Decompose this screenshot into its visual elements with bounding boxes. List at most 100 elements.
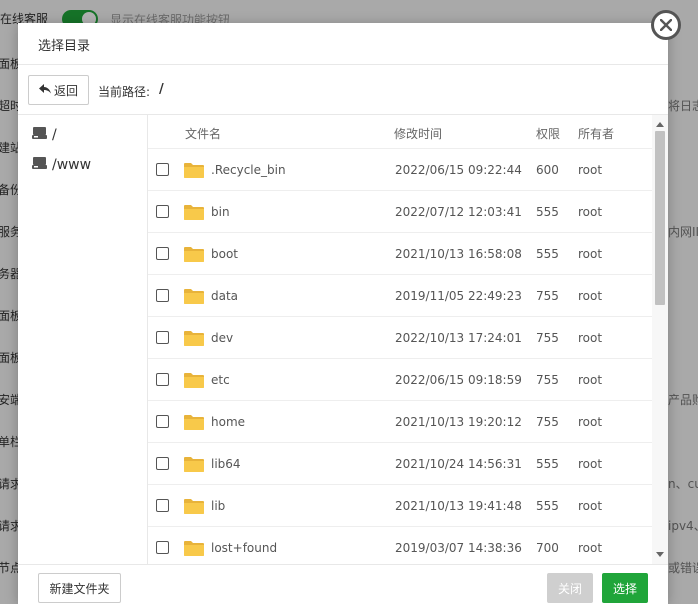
file-row[interactable]: lost+found 2019/03/07 14:38:36 700 root: [148, 527, 652, 564]
select-directory-dialog: 选择目录 返回 当前路径: / / /www 文件名 修改时间 权限 所有者 .…: [18, 23, 668, 604]
sidebar-item-label: /: [52, 127, 57, 143]
file-row[interactable]: etc 2022/06/15 09:18:59 755 root: [148, 359, 652, 401]
file-mtime: 2021/10/24 14:56:31: [395, 457, 522, 471]
file-mtime: 2019/03/07 14:38:36: [395, 541, 522, 555]
file-row[interactable]: lib64 2021/10/24 14:56:31 555 root: [148, 443, 652, 485]
dialog-title: 选择目录: [38, 39, 91, 54]
file-owner: root: [578, 331, 603, 345]
row-checkbox[interactable]: [156, 499, 169, 512]
folder-icon: [184, 372, 204, 391]
scrollbar-thumb[interactable]: [655, 131, 665, 305]
row-checkbox[interactable]: [156, 331, 169, 344]
folder-icon: [184, 162, 204, 181]
file-mtime: 2022/06/15 09:18:59: [395, 373, 522, 387]
arrow-back-icon: [38, 83, 51, 97]
row-checkbox[interactable]: [156, 247, 169, 260]
column-owner[interactable]: 所有者: [578, 125, 614, 142]
column-perm[interactable]: 权限: [536, 125, 560, 142]
file-mtime: 2019/11/05 22:49:23: [395, 289, 522, 303]
file-name[interactable]: etc: [211, 373, 230, 387]
file-mtime: 2021/10/13 16:58:08: [395, 247, 522, 261]
back-button[interactable]: 返回: [28, 75, 89, 105]
file-name[interactable]: bin: [211, 205, 230, 219]
file-name[interactable]: lost+found: [211, 541, 277, 555]
file-row[interactable]: boot 2021/10/13 16:58:08 555 root: [148, 233, 652, 275]
file-mtime: 2022/06/15 09:22:44: [395, 163, 522, 177]
hard-drive-icon: [32, 156, 47, 174]
file-name[interactable]: lib64: [211, 457, 241, 471]
scroll-down-icon[interactable]: [656, 552, 664, 557]
file-perm: 600: [536, 163, 559, 177]
back-button-label: 返回: [53, 83, 78, 98]
file-name[interactable]: boot: [211, 247, 238, 261]
path-toolbar: 返回 当前路径: /: [18, 65, 668, 115]
dialog-header: 选择目录: [18, 23, 668, 65]
file-owner: root: [578, 415, 603, 429]
file-mtime: 2022/07/12 12:03:41: [395, 205, 522, 219]
column-mtime[interactable]: 修改时间: [394, 125, 442, 142]
close-icon: [660, 19, 672, 31]
current-path-label: 当前路径:: [98, 85, 151, 99]
file-perm: 700: [536, 541, 559, 555]
row-checkbox[interactable]: [156, 205, 169, 218]
file-owner: root: [578, 457, 603, 471]
hard-drive-icon: [32, 126, 47, 144]
row-checkbox[interactable]: [156, 457, 169, 470]
folder-icon: [184, 540, 204, 559]
sidebar-item-label: /www: [52, 157, 92, 173]
file-list-header: 文件名 修改时间 权限 所有者: [148, 115, 652, 149]
row-checkbox[interactable]: [156, 541, 169, 554]
file-perm: 555: [536, 499, 559, 513]
sidebar-item-www[interactable]: /www: [32, 154, 91, 176]
scroll-up-icon[interactable]: [656, 122, 664, 127]
file-row[interactable]: .Recycle_bin 2022/06/15 09:22:44 600 roo…: [148, 149, 652, 191]
file-owner: root: [578, 499, 603, 513]
dialog-footer: 新建文件夹 关闭 选择: [18, 564, 668, 604]
file-owner: root: [578, 373, 603, 387]
file-row[interactable]: home 2021/10/13 19:20:12 755 root: [148, 401, 652, 443]
folder-icon: [184, 456, 204, 475]
row-checkbox[interactable]: [156, 289, 169, 302]
file-mtime: 2021/10/13 19:20:12: [395, 415, 522, 429]
file-name[interactable]: home: [211, 415, 245, 429]
select-button[interactable]: 选择: [602, 573, 648, 603]
file-perm: 555: [536, 205, 559, 219]
file-owner: root: [578, 289, 603, 303]
folder-icon: [184, 204, 204, 223]
file-perm: 755: [536, 415, 559, 429]
close-button[interactable]: 关闭: [547, 573, 593, 603]
column-name[interactable]: 文件名: [185, 125, 221, 142]
file-row[interactable]: lib 2021/10/13 19:41:48 555 root: [148, 485, 652, 527]
file-owner: root: [578, 247, 603, 261]
current-path-value: /: [159, 82, 164, 97]
file-perm: 555: [536, 457, 559, 471]
row-checkbox[interactable]: [156, 163, 169, 176]
file-list: 文件名 修改时间 权限 所有者 .Recycle_bin 2022/06/15 …: [148, 115, 668, 564]
new-folder-button[interactable]: 新建文件夹: [38, 573, 121, 603]
file-perm: 555: [536, 247, 559, 261]
file-row[interactable]: data 2019/11/05 22:49:23 755 root: [148, 275, 652, 317]
file-name[interactable]: .Recycle_bin: [211, 163, 286, 177]
file-row[interactable]: bin 2022/07/12 12:03:41 555 root: [148, 191, 652, 233]
file-list-scrollbar[interactable]: [652, 115, 668, 564]
file-row[interactable]: dev 2022/10/13 17:24:01 755 root: [148, 317, 652, 359]
file-name[interactable]: lib: [211, 499, 225, 513]
folder-icon: [184, 246, 204, 265]
file-mtime: 2021/10/13 19:41:48: [395, 499, 522, 513]
directory-sidebar: / /www: [18, 115, 148, 564]
folder-icon: [184, 330, 204, 349]
folder-icon: [184, 498, 204, 517]
folder-icon: [184, 288, 204, 307]
file-name[interactable]: dev: [211, 331, 233, 345]
file-perm: 755: [536, 289, 559, 303]
row-checkbox[interactable]: [156, 373, 169, 386]
file-owner: root: [578, 541, 603, 555]
sidebar-item-root[interactable]: /: [32, 124, 57, 146]
file-owner: root: [578, 163, 603, 177]
file-rows: .Recycle_bin 2022/06/15 09:22:44 600 roo…: [148, 149, 652, 564]
file-name[interactable]: data: [211, 289, 238, 303]
file-owner: root: [578, 205, 603, 219]
dialog-close-button[interactable]: [651, 10, 681, 40]
row-checkbox[interactable]: [156, 415, 169, 428]
folder-icon: [184, 414, 204, 433]
